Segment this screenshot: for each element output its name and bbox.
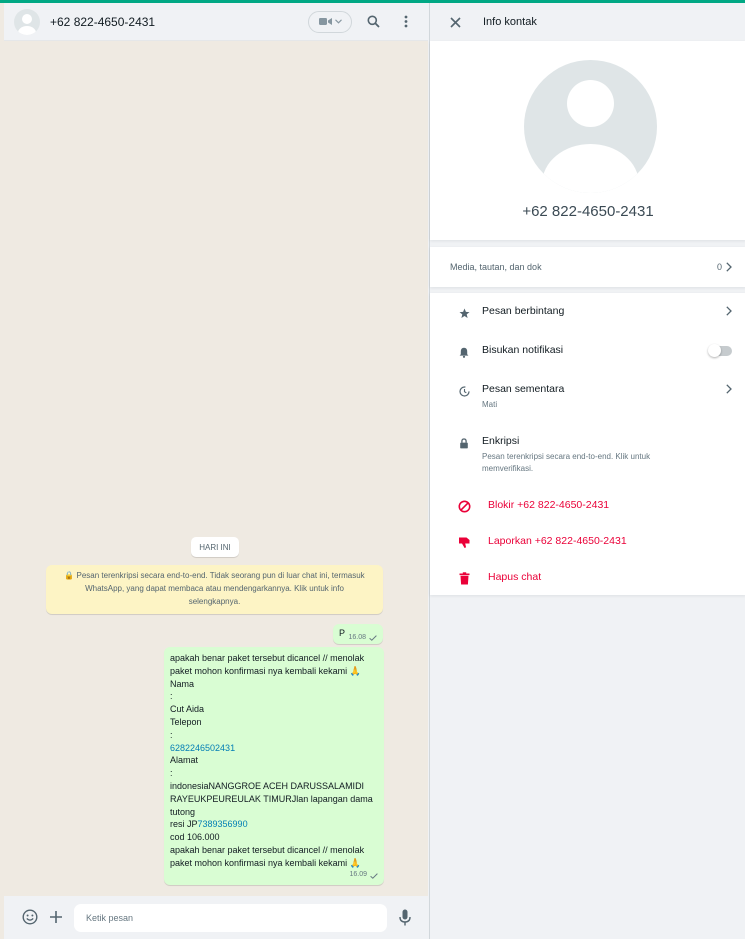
contact-info-pane: Info kontak +62 822-4650-2431 Media, tau… xyxy=(429,3,745,939)
message-line: Nama xyxy=(170,678,195,689)
close-info-button[interactable] xyxy=(445,12,465,32)
sent-check-icon xyxy=(370,872,378,879)
message-time: 16.08 xyxy=(348,634,366,641)
block-icon xyxy=(457,499,471,513)
date-chip: HARI INI xyxy=(191,537,239,557)
outgoing-message[interactable]: P 16.08 xyxy=(333,624,383,644)
media-links-docs[interactable]: Media, tautan, dan dok 0 xyxy=(430,247,745,287)
message-input[interactable] xyxy=(74,904,387,932)
message-line: RAYEUKPEUREULAK TIMURJlan lapangan dama xyxy=(170,793,373,804)
profile-phone: +62 822-4650-2431 xyxy=(522,203,654,220)
message-line: indonesiaNANGGROE ACEH DARUSSALAMIDI xyxy=(170,780,365,791)
mute-toggle[interactable] xyxy=(708,344,732,357)
message-text: P xyxy=(339,628,346,638)
timer-icon xyxy=(457,384,471,398)
message-line: paket mohon konfirmasi nya kembali kekam… xyxy=(170,665,361,676)
info-header: Info kontak xyxy=(430,3,745,41)
video-call-button[interactable] xyxy=(308,10,352,33)
outgoing-message[interactable]: apakah benar paket tersebut dicancel // … xyxy=(164,647,384,885)
message-meta: 16.08 xyxy=(348,634,377,641)
message-line: : xyxy=(170,729,173,740)
search-icon xyxy=(367,15,380,28)
message-time: 16.09 xyxy=(349,871,367,879)
message-line: apakah benar paket tersebut dicancel // … xyxy=(170,653,365,663)
disappearing-label: Pesan sementara xyxy=(482,383,565,395)
contact-avatar[interactable] xyxy=(14,8,40,35)
block-contact-button[interactable]: Blokir +62 822-4650-2431 xyxy=(430,499,745,521)
message-line: : xyxy=(170,768,173,779)
message-line: : xyxy=(170,691,173,702)
disappearing-messages[interactable]: Pesan sementara Mati xyxy=(430,383,745,419)
message-line: Cut Aida xyxy=(170,704,205,715)
message-line: cod 106.000 xyxy=(170,832,220,843)
message-line: tutong xyxy=(170,806,196,817)
message-list[interactable]: HARI INI 🔒 Pesan terenkripsi secara end-… xyxy=(4,42,428,896)
chevron-down-icon xyxy=(334,19,342,24)
encryption-notice[interactable]: 🔒 Pesan terenkripsi secara end-to-end. T… xyxy=(46,565,383,614)
message-line: paket mohon konfirmasi nya kembali kekam… xyxy=(170,857,361,868)
chat-title[interactable]: +62 822-4650-2431 xyxy=(50,15,308,29)
encryption-description: Pesan terenkripsi secara end-to-end. Kli… xyxy=(482,452,651,473)
menu-button[interactable] xyxy=(395,11,417,33)
star-icon xyxy=(457,306,471,320)
search-button[interactable] xyxy=(362,11,384,33)
emoji-icon xyxy=(22,909,38,925)
report-contact-button[interactable]: Laporkan +62 822-4650-2431 xyxy=(430,535,745,557)
contact-options: Pesan berbintang Bisukan notifikasi Pesa… xyxy=(430,293,745,595)
block-label: Blokir +62 822-4650-2431 xyxy=(488,499,610,511)
mic-icon xyxy=(399,909,411,925)
media-label: Media, tautan, dan dok xyxy=(450,262,542,272)
chat-header[interactable]: +62 822-4650-2431 xyxy=(4,3,428,41)
message-meta: 16.09 xyxy=(349,869,378,882)
voice-message-button[interactable] xyxy=(395,907,415,927)
report-label: Laporkan +62 822-4650-2431 xyxy=(488,535,627,547)
mute-label: Bisukan notifikasi xyxy=(482,344,564,356)
phone-link[interactable]: 6282246502431 xyxy=(170,743,235,753)
chevron-right-icon xyxy=(726,306,732,316)
delete-chat-button[interactable]: Hapus chat xyxy=(430,571,745,593)
thumb-down-icon xyxy=(457,535,471,549)
profile-card: +62 822-4650-2431 xyxy=(430,41,745,240)
delete-label: Hapus chat xyxy=(488,571,542,583)
encryption-label: Enkripsi xyxy=(482,435,520,447)
attach-button[interactable] xyxy=(46,907,66,927)
video-call-icon xyxy=(318,18,332,25)
message-composer xyxy=(4,896,428,939)
tracking-link[interactable]: 7389356990 xyxy=(198,819,248,829)
encryption-info[interactable]: Enkripsi Pesan terenkripsi secara end-to… xyxy=(430,435,745,481)
bell-icon xyxy=(457,345,471,359)
sent-check-icon xyxy=(369,634,377,641)
plus-icon xyxy=(50,911,62,923)
mute-notifications[interactable]: Bisukan notifikasi xyxy=(430,344,745,370)
menu-icon xyxy=(404,15,408,28)
message-line: resi JP xyxy=(170,819,198,830)
close-icon xyxy=(449,16,461,28)
trash-icon xyxy=(457,571,471,585)
emoji-button[interactable] xyxy=(20,907,40,927)
starred-messages[interactable]: Pesan berbintang xyxy=(430,305,745,331)
lock-icon xyxy=(457,436,471,450)
disappearing-status: Mati xyxy=(482,400,498,409)
message-line: apakah benar paket tersebut dicancel // … xyxy=(170,844,365,855)
starred-label: Pesan berbintang xyxy=(482,305,565,317)
message-line: Telepon xyxy=(170,716,202,727)
info-title: Info kontak xyxy=(483,16,537,28)
chevron-right-icon xyxy=(726,384,732,394)
chevron-right-icon xyxy=(726,262,732,272)
media-count: 0 xyxy=(716,262,722,272)
profile-avatar[interactable] xyxy=(524,60,657,193)
message-line: Alamat xyxy=(170,755,199,766)
